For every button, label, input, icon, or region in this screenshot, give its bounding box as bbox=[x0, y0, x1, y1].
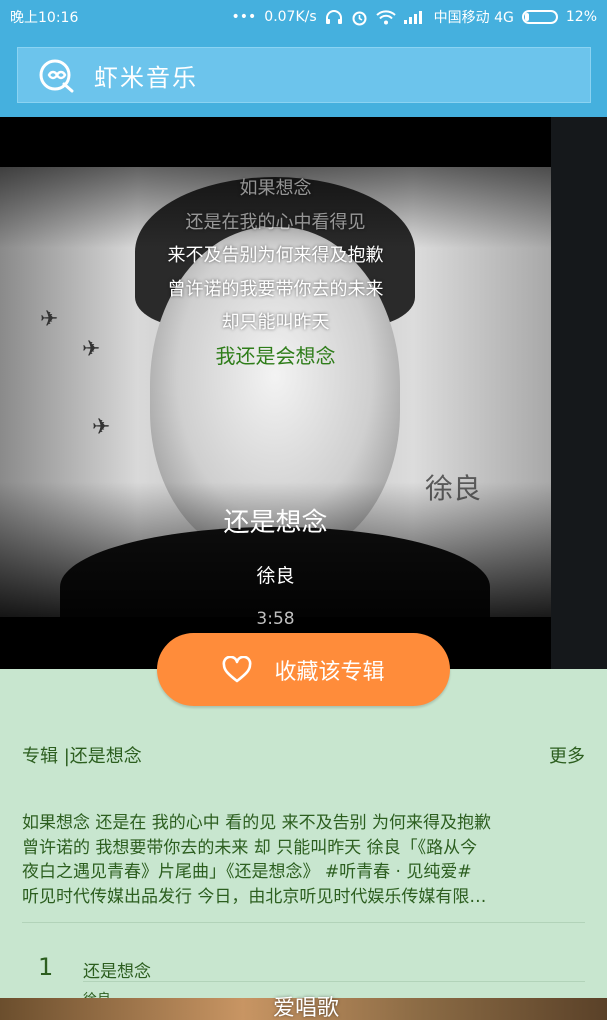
cover-artist-text: 徐良 bbox=[424, 472, 481, 505]
more-dots-icon: ••• bbox=[231, 9, 257, 25]
album-label: 专辑 |还是想念 bbox=[22, 746, 142, 767]
section-divider bbox=[22, 922, 585, 923]
signal-icon bbox=[403, 10, 426, 24]
lyric-line: 如果想念 bbox=[239, 178, 312, 199]
description-line: 夜白之遇见青春》片尾曲」《还是想念》 #听青春 · 见纯爱# bbox=[22, 862, 472, 882]
app-header: 虾米音乐 bbox=[0, 34, 607, 117]
favorite-album-button[interactable]: 收藏该专辑 bbox=[157, 633, 450, 706]
headphones-icon bbox=[325, 9, 343, 25]
heart-icon bbox=[223, 655, 252, 682]
description-line: 听见时代传媒出品发行 今日，由北京听见时代娱乐传媒有限… bbox=[22, 886, 487, 907]
bird-icon: ✈ bbox=[92, 415, 111, 440]
watermark: 爱唱歌 bbox=[272, 996, 339, 1020]
more-link[interactable]: 更多 bbox=[549, 742, 585, 768]
side-panel-edge bbox=[551, 117, 607, 669]
lyric-line: 来不及告别为何来得及抱歉 bbox=[167, 245, 384, 266]
favorite-album-label: 收藏该专辑 bbox=[274, 659, 385, 685]
song-title: 还是想念 bbox=[223, 508, 328, 538]
wifi-icon bbox=[375, 9, 396, 25]
album-row: 专辑 |还是想念 更多 bbox=[22, 742, 585, 768]
lyric-line-active: 我还是会想念 bbox=[215, 343, 336, 368]
network-speed: 0.07K/s bbox=[264, 9, 317, 25]
lyric-line: 却只能叫昨天 bbox=[221, 312, 330, 333]
lyric-line: 曾许诺的我要带你去的未来 bbox=[167, 278, 384, 300]
track-name: 还是想念 bbox=[83, 962, 151, 982]
header-bar: 虾米音乐 bbox=[17, 47, 591, 103]
track-divider bbox=[83, 981, 585, 982]
alarm-icon bbox=[351, 9, 368, 26]
lyrics-panel: 如果想念 还是在我的心中看得见 来不及告别为何来得及抱歉 曾许诺的我要带你去的未… bbox=[0, 172, 551, 373]
album-description[interactable]: 如果想念 还是在 我的心中 看的见 来不及告别 为何来得及抱歉 曾许诺的 我想要… bbox=[22, 811, 585, 909]
description-line: 曾许诺的 我想要带你去的未来 却 只能叫昨天 徐良「《路从今 bbox=[22, 837, 478, 858]
player-stage: ✈ ✈ ✈ 徐良 如果想念 还是在我的心中看得见 来不及告别为何来得及抱歉 曾许… bbox=[0, 117, 607, 669]
battery-percent: 12% bbox=[565, 9, 597, 25]
track-number: 1 bbox=[38, 953, 54, 981]
status-right: ••• 0.07K/s 中国移动 4G 12% bbox=[232, 7, 598, 27]
song-artist[interactable]: 徐良 bbox=[0, 561, 551, 588]
carrier-label: 中国移动 4G bbox=[433, 10, 514, 26]
song-duration: 3:58 bbox=[256, 609, 295, 629]
status-bar: 晚上10:16 ••• 0.07K/s 中国移动 4G 12% bbox=[0, 0, 607, 34]
app-title: 虾米音乐 bbox=[94, 63, 198, 92]
xiami-logo-icon[interactable] bbox=[38, 56, 76, 94]
description-line: 如果想念 还是在 我的心中 看的见 来不及告别 为何来得及抱歉 bbox=[22, 813, 492, 833]
battery-icon bbox=[521, 10, 558, 24]
lyric-line: 还是在我的心中看得见 bbox=[185, 211, 366, 233]
status-time: 晚上10:16 bbox=[10, 10, 79, 26]
